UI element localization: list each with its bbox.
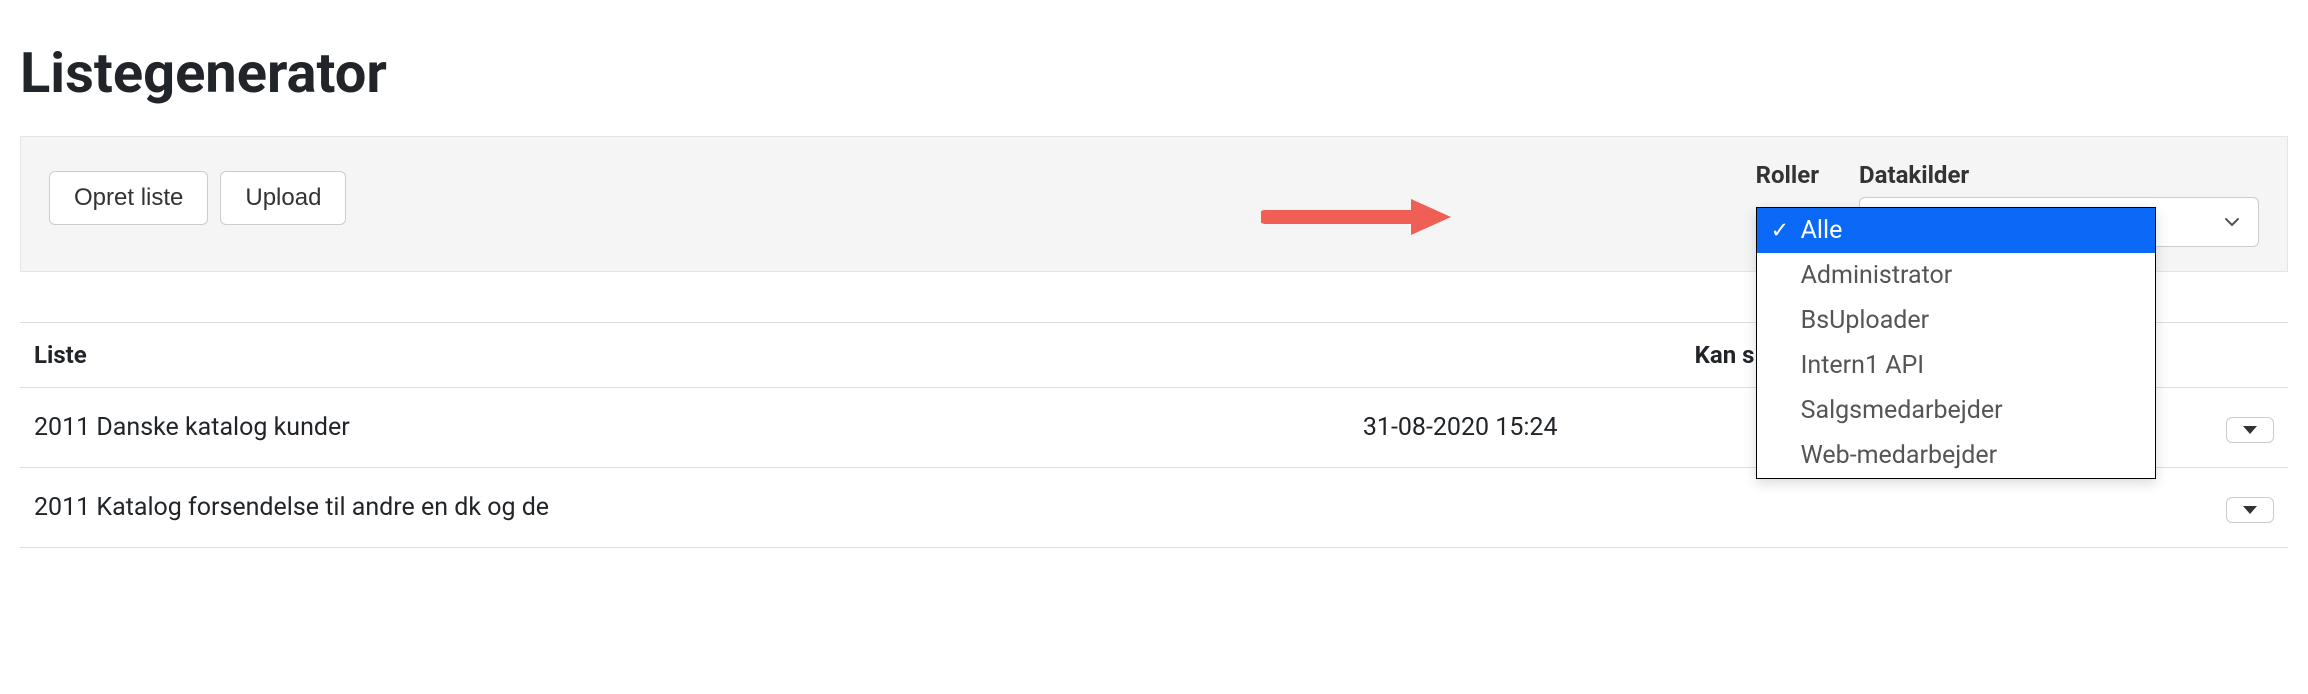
roller-filter: Roller ✓ Alle Administrator BsUploader I…: [1756, 161, 1819, 197]
cell-opdateret: 31-08-2020 15:24: [1290, 388, 1630, 468]
table-row[interactable]: 2011 Katalog forsendelse til andre en dk…: [20, 468, 2288, 548]
roller-option-alle[interactable]: ✓ Alle: [1757, 208, 2155, 253]
cell-kan-slettes: [1630, 468, 1879, 548]
cell-opdateret: [1290, 468, 1630, 548]
row-actions-button[interactable]: [2226, 417, 2274, 443]
row-actions-button[interactable]: [2226, 497, 2274, 523]
cell-actions: [2129, 468, 2288, 548]
checkmark-icon: ✓: [1771, 218, 1789, 243]
upload-button[interactable]: Upload: [220, 171, 346, 225]
cell-liste: 2011 Danske katalog kunder: [20, 388, 1290, 468]
roller-option-salgsmedarbejder[interactable]: Salgsmedarbejder: [1757, 388, 2155, 433]
roller-dropdown[interactable]: ✓ Alle Administrator BsUploader Intern1 …: [1756, 207, 2156, 479]
chevron-down-icon: [2224, 214, 2240, 230]
roller-option-administrator[interactable]: Administrator: [1757, 253, 2155, 298]
caret-down-icon: [2243, 426, 2257, 434]
roller-option-label: Intern1 API: [1801, 351, 1924, 380]
roller-option-intern1api[interactable]: Intern1 API: [1757, 343, 2155, 388]
annotation-arrow-icon: [1261, 193, 1451, 241]
toolbar-right: Roller ✓ Alle Administrator BsUploader I…: [1756, 161, 2259, 247]
roller-option-bsuploader[interactable]: BsUploader: [1757, 298, 2155, 343]
cell-favorit: [1880, 468, 2129, 548]
roller-option-label: BsUploader: [1801, 306, 1930, 335]
create-list-button[interactable]: Opret liste: [49, 171, 208, 225]
header-liste[interactable]: Liste: [20, 323, 1290, 388]
roller-option-label: Salgsmedarbejder: [1801, 396, 2003, 425]
page-title: Listegenerator: [20, 40, 2288, 106]
roller-label: Roller: [1756, 161, 1819, 189]
cell-liste: 2011 Katalog forsendelse til andre en dk…: [20, 468, 1290, 548]
roller-option-webmedarbejder[interactable]: Web-medarbejder: [1757, 433, 2155, 478]
roller-option-label: Administrator: [1801, 261, 1953, 290]
roller-option-label: Web-medarbejder: [1801, 441, 1997, 470]
header-opdateret[interactable]: [1290, 323, 1630, 388]
caret-down-icon: [2243, 506, 2257, 514]
toolbar-left: Opret liste Upload: [49, 171, 346, 225]
roller-option-label: Alle: [1801, 216, 1843, 245]
toolbar: Opret liste Upload Roller ✓ Alle Adminis…: [20, 136, 2288, 272]
datakilder-label: Datakilder: [1859, 161, 2259, 189]
